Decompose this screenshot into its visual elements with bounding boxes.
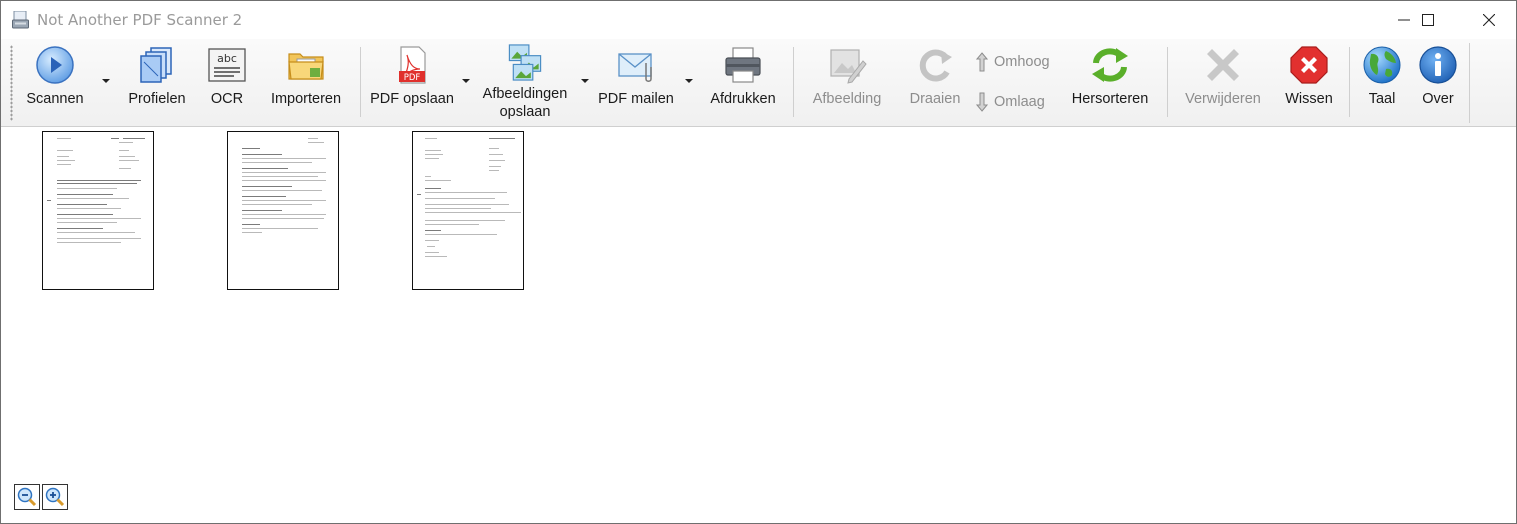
arrow-down-icon [976,92,988,112]
clear-octagon-icon [1290,46,1328,84]
ocr-button[interactable]: abc OCR [201,43,253,121]
move-down-label: Omlaag [994,94,1045,110]
save-images-icon [508,44,542,81]
import-folder-icon [288,53,324,80]
globe-icon [1363,46,1401,84]
save-pdf-button[interactable]: PDF PDF opslaan [367,43,457,121]
zoom-out-button[interactable] [14,484,40,510]
window-title: Not Another PDF Scanner 2 [37,11,243,29]
about-button[interactable]: Over [1413,43,1463,121]
scan-play-icon [36,46,74,84]
ocr-label: OCR [210,91,244,107]
refresh-reorder-icon [1092,48,1128,82]
page-thumbnail[interactable] [42,131,154,290]
email-pdf-button[interactable]: PDF mailen [593,43,679,121]
close-button[interactable] [1466,1,1512,39]
scanner-app-icon [12,11,29,29]
image-button[interactable]: Afbeelding [804,43,890,121]
page-thumbnail[interactable] [412,131,524,290]
save-images-button[interactable]: Afbeeldingen opslaan [477,43,573,121]
image-label: Afbeelding [812,91,882,107]
toolbar-separator [793,47,794,117]
toolbar-separator [360,47,361,117]
about-label: Over [1422,91,1454,107]
zoom-in-icon [45,487,65,507]
svg-text:PDF: PDF [404,73,421,83]
save-images-label-line2: opslaan [499,104,551,120]
page-thumbnails-area[interactable] [1,127,1516,523]
toolbar-end-separator [1469,43,1470,123]
delete-x-icon [1207,49,1239,81]
rotate-label: Draaien [909,91,961,107]
page-thumbnail[interactable] [227,131,339,290]
arrow-up-icon [976,52,988,72]
reorder-label: Hersorteren [1071,91,1149,107]
zoom-out-icon [17,487,37,507]
rotate-icon [919,49,952,82]
import-label: Importeren [270,91,342,107]
profiles-label: Profielen [128,91,186,107]
import-button[interactable]: Importeren [263,43,349,121]
rotate-button[interactable]: Draaien [904,43,966,121]
email-pdf-dropdown-arrow[interactable] [685,79,693,83]
toolbar-separator [1349,47,1350,117]
profiles-button[interactable]: Profielen [119,43,195,121]
print-label: Afdrukken [710,91,776,107]
scan-label: Scannen [26,91,84,107]
toolbar-separator [1167,47,1168,117]
reorder-button[interactable]: Hersorteren [1065,43,1155,121]
clear-button[interactable]: Wissen [1279,43,1339,121]
language-button[interactable]: Taal [1357,43,1407,121]
edit-image-icon [830,49,867,84]
clear-label: Wissen [1285,91,1333,107]
profiles-icon [140,47,172,83]
move-up-button[interactable]: Omhoog [976,51,1050,73]
save-images-label-line1: Afbeeldingen [482,86,568,102]
scan-dropdown-arrow[interactable] [102,79,110,83]
email-envelope-icon [618,53,652,82]
svg-text:abc: abc [217,52,237,65]
scan-button[interactable]: Scannen [13,43,97,121]
maximize-button[interactable] [1405,1,1451,39]
zoom-in-button[interactable] [42,484,68,510]
move-down-button[interactable]: Omlaag [976,91,1045,113]
email-pdf-label: PDF mailen [598,91,674,107]
pdf-document-icon: PDF [399,46,426,84]
close-icon [1483,14,1495,26]
ocr-text-icon: abc [208,48,246,82]
toolbar: Scannen Profielen abc OCR Importeren PDF… [1,39,1516,127]
language-label: Taal [1368,91,1396,107]
move-up-label: Omhoog [994,54,1050,70]
maximize-icon [1422,14,1434,26]
delete-label: Verwijderen [1185,91,1261,107]
app-window: Not Another PDF Scanner 2 Scannen Profie… [0,0,1517,524]
save-images-dropdown-arrow[interactable] [581,79,589,83]
save-pdf-dropdown-arrow[interactable] [462,79,470,83]
printer-icon [725,47,761,83]
title-bar: Not Another PDF Scanner 2 [1,1,1516,39]
print-button[interactable]: Afdrukken [703,43,783,121]
save-pdf-label: PDF opslaan [370,91,454,107]
delete-button[interactable]: Verwijderen [1177,43,1269,121]
info-icon [1419,46,1457,84]
